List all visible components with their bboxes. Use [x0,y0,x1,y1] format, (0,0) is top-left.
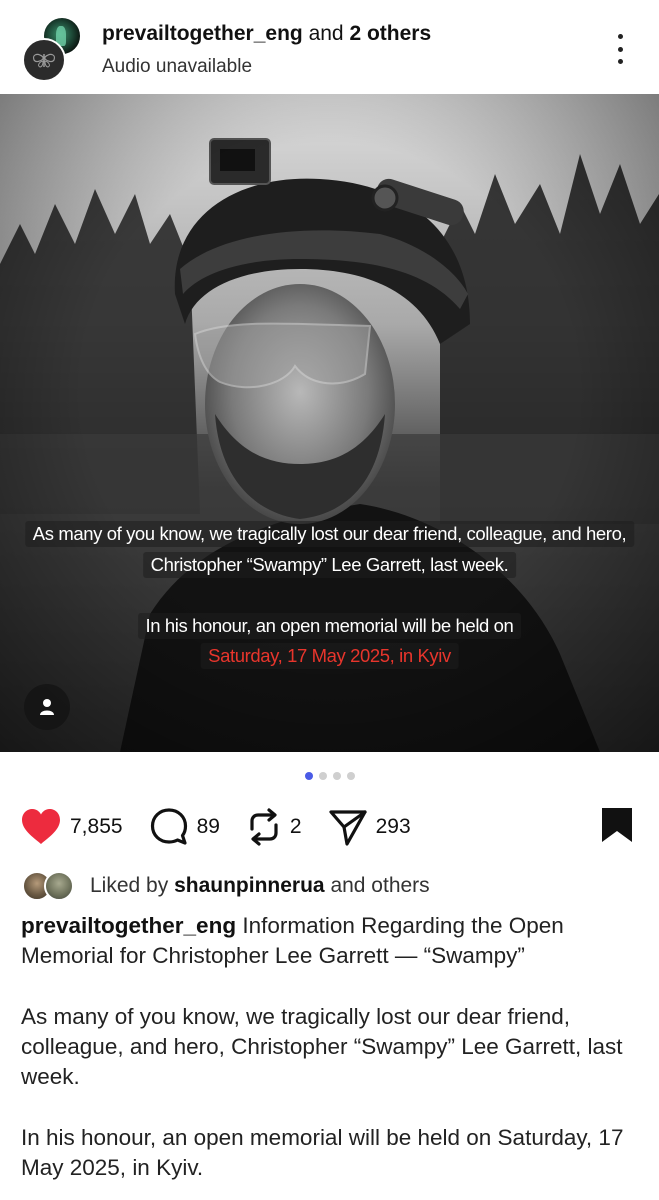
post-header: prevailtogether_eng and 2 others Audio u… [0,0,659,94]
action-bar: 7,855 89 2 293 [20,806,437,848]
heart-icon [22,809,60,844]
carousel-indicator [0,772,659,780]
caption-heading-paragraph: prevailtogether_eng Information Regardin… [21,911,641,971]
overlay-text-line: As many of you know, we tragically lost … [24,521,635,547]
more-options-button[interactable] [608,34,632,64]
carousel-dot [318,772,327,780]
post-image[interactable]: As many of you know, we tragically lost … [0,94,659,752]
like-count: 7,855 [70,815,123,838]
more-vertical-icon [617,34,623,39]
overlay-text-line: In his honour, an open memorial will be … [137,613,522,639]
post-caption: prevailtogether_eng Information Regardin… [21,911,641,1183]
liked-by-user[interactable]: shaunpinnerua [174,874,325,897]
comment-icon [150,808,187,845]
carousel-dot [346,772,355,780]
overlay-date-line: Saturday, 17 May 2025, in Kyiv [200,643,459,669]
caption-username[interactable]: prevailtogether_eng [21,913,236,938]
avatar [44,871,74,901]
audio-status: Audio unavailable [102,56,253,77]
overlay-text-line: Christopher “Swampy” Lee Garrett, last w… [142,552,517,578]
share-button[interactable]: 293 [328,807,411,847]
avatar[interactable] [22,38,66,82]
repost-count: 2 [289,815,302,838]
comment-button[interactable]: 89 [149,807,220,847]
moth-icon [32,53,56,68]
tagged-people-button[interactable] [24,684,70,730]
liked-by-text: Liked by shaunpinnerua and others [90,874,430,897]
person-tag-icon [40,699,54,715]
caption-paragraph: In his honour, an open memorial will be … [21,1125,624,1180]
share-icon [329,810,367,846]
author-username[interactable]: prevailtogether_eng [102,22,303,45]
repost-icon [250,808,278,846]
comment-count: 89 [196,815,220,838]
carousel-dot-active [304,772,313,780]
bookmark-icon[interactable] [601,807,633,843]
repost-button[interactable]: 2 [246,807,302,847]
caption-paragraph: As many of you know, we tragically lost … [21,1004,623,1089]
like-button[interactable]: 7,855 [20,808,123,846]
share-count: 293 [375,815,411,838]
and-text: and [308,22,344,45]
liked-by-row[interactable]: Liked by shaunpinnerua and others [22,870,430,902]
others-link[interactable]: 2 others [349,22,431,45]
carousel-dot [332,772,341,780]
collab-avatars[interactable] [22,16,86,82]
post-authors[interactable]: prevailtogether_eng and 2 others [102,21,431,47]
